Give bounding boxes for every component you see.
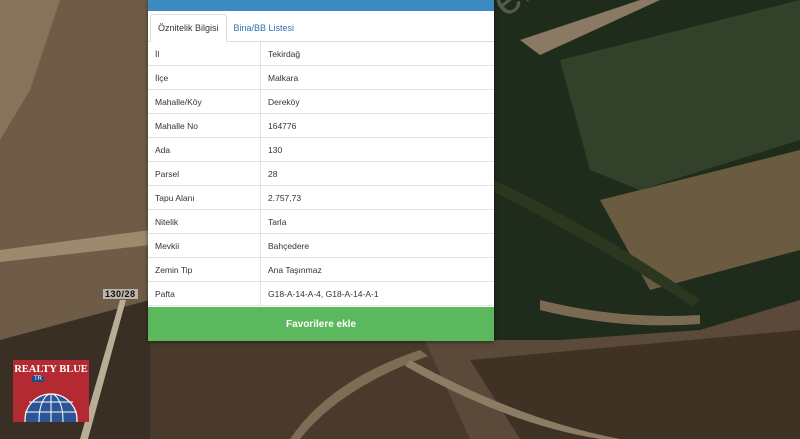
row-value: Malkara bbox=[260, 65, 494, 90]
tab-bina-bb-listesi[interactable]: Bina/BB Listesi bbox=[227, 15, 302, 41]
table-row: Nitelik Tarla bbox=[148, 209, 494, 234]
row-value: Bahçedere bbox=[260, 233, 494, 258]
globe-icon bbox=[24, 393, 78, 422]
table-row: Tapu Alanı 2.757,73 bbox=[148, 185, 494, 210]
row-value: 28 bbox=[260, 161, 494, 186]
realty-blue-logo: REALTY BLUE TR bbox=[13, 360, 89, 422]
row-key: Parsel bbox=[148, 161, 261, 186]
row-value: Tarla bbox=[260, 209, 494, 234]
attribute-table: İl Tekirdağ İlçe Malkara Mahalle/Köy Derekö… bbox=[148, 42, 494, 306]
parcel-number-label: 130/28 bbox=[103, 289, 138, 299]
row-value: G18-A-14-A-4, G18-A-14-A-1 bbox=[260, 281, 494, 306]
row-key: Pafta bbox=[148, 281, 261, 306]
row-key: Ada bbox=[148, 137, 261, 162]
table-row: İl Tekirdağ bbox=[148, 42, 494, 66]
attribute-info-panel: Öznitelik Bilgisi Bina/BB Listesi İl Teki… bbox=[148, 0, 494, 341]
table-row: Mahalle No 164776 bbox=[148, 113, 494, 138]
add-to-favorites-button[interactable]: Favorilere ekle bbox=[148, 307, 494, 341]
table-row: Zemin Tip Ana Taşınmaz bbox=[148, 257, 494, 282]
row-value: 2.757,73 bbox=[260, 185, 494, 210]
row-value: 130 bbox=[260, 137, 494, 162]
row-value: Tekirdağ bbox=[260, 42, 494, 66]
row-key: İlçe bbox=[148, 65, 261, 90]
row-key: Mevkii bbox=[148, 233, 261, 258]
row-value: 164776 bbox=[260, 113, 494, 138]
row-value: Ana Taşınmaz bbox=[260, 257, 494, 282]
panel-tabs: Öznitelik Bilgisi Bina/BB Listesi bbox=[148, 11, 494, 42]
logo-name: REALTY BLUE bbox=[14, 364, 88, 375]
panel-header-bar bbox=[148, 0, 494, 11]
row-key: Tapu Alanı bbox=[148, 185, 261, 210]
table-row: İlçe Malkara bbox=[148, 65, 494, 90]
table-row: Ada 130 bbox=[148, 137, 494, 162]
row-key: Zemin Tip bbox=[148, 257, 261, 282]
table-row: Mahalle/Köy Dereköy bbox=[148, 89, 494, 114]
row-key: Mahalle/Köy bbox=[148, 89, 261, 114]
table-row: Parsel 28 bbox=[148, 161, 494, 186]
tab-oznitelik-bilgisi[interactable]: Öznitelik Bilgisi bbox=[150, 14, 227, 42]
table-row: Mevkii Bahçedere bbox=[148, 233, 494, 258]
row-key: İl bbox=[148, 42, 261, 66]
row-key: Nitelik bbox=[148, 209, 261, 234]
row-key: Mahalle No bbox=[148, 113, 261, 138]
row-value: Dereköy bbox=[260, 89, 494, 114]
table-row: Pafta G18-A-14-A-4, G18-A-14-A-1 bbox=[148, 281, 494, 306]
